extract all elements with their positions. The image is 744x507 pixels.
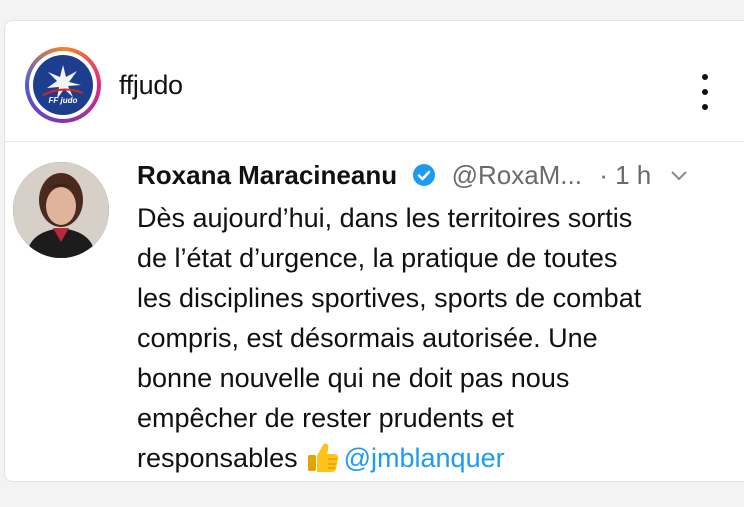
- mention-link[interactable]: @jmblanquer: [344, 443, 505, 473]
- account-avatar[interactable]: FF judo: [25, 47, 101, 123]
- tweet-line-text: responsables: [137, 443, 298, 473]
- tweet-line: empêcher de rester prudents et: [137, 403, 514, 433]
- chevron-down-icon[interactable]: [670, 158, 688, 189]
- tweet-time: · 1 h: [599, 160, 652, 190]
- tweet-line: compris, est désormais autorisée. Une: [137, 323, 598, 353]
- embedded-tweet: Roxana Maracineanu @RoxaM... · 1 h Dès a…: [5, 142, 744, 481]
- avatar-ring-inner: FF judo: [29, 51, 97, 119]
- verified-badge-icon: [412, 163, 436, 194]
- tweet-line: Dès aujourd’hui, dans les territoires so…: [137, 203, 633, 233]
- post-header: FF judo ffjudo: [5, 21, 744, 142]
- ffjudo-logo: FF judo: [33, 55, 93, 115]
- tweet-line: de l’état d’urgence, la pratique de tout…: [137, 243, 618, 273]
- tweet-text: Dès aujourd’hui, dans les territoires so…: [137, 198, 744, 478]
- account-name[interactable]: ffjudo: [119, 70, 183, 101]
- logo-text: FF judo: [48, 96, 78, 105]
- tweet-line: les disciplines sportives, sports de com…: [137, 283, 642, 313]
- tweet-line-last: responsables @jmblanquer: [137, 438, 744, 478]
- author-name[interactable]: Roxana Maracineanu: [137, 160, 397, 190]
- instagram-post-card: FF judo ffjudo Roxana Maracineanu @RoxaM…: [4, 20, 744, 482]
- thumbs-up-emoji: [306, 441, 340, 473]
- more-options-icon[interactable]: [695, 72, 715, 112]
- tweet-author-row: Roxana Maracineanu @RoxaM... · 1 h: [137, 158, 744, 190]
- author-photo: [13, 162, 109, 258]
- author-handle[interactable]: @RoxaM...: [452, 160, 582, 190]
- judoka-icon: [42, 65, 84, 99]
- tweet-line: bonne nouvelle qui ne doit pas nous: [137, 363, 570, 393]
- tweet-author-avatar[interactable]: [13, 162, 109, 258]
